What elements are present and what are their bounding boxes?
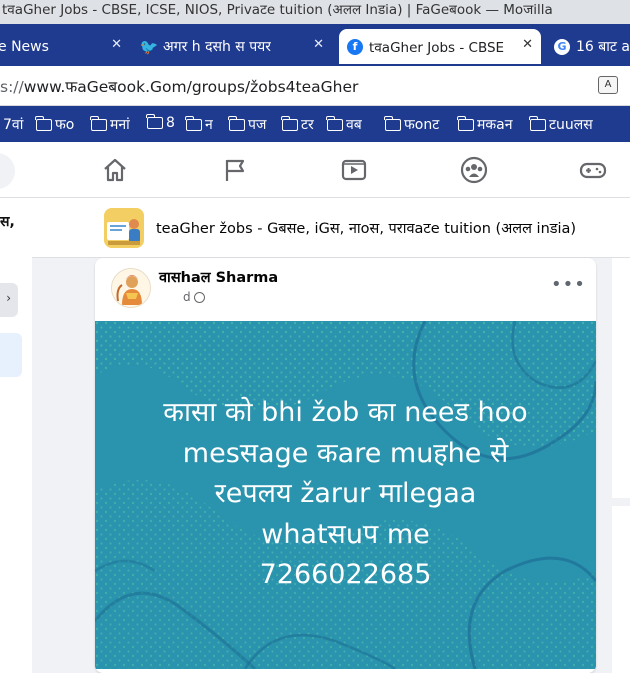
bookmark-folder[interactable]: फonट: [384, 115, 440, 134]
tab-label: 16 बाट a: [576, 39, 630, 55]
groups-icon[interactable]: [460, 156, 488, 184]
flag-icon[interactable]: [221, 156, 249, 184]
bookmark-folder[interactable]: मकaन: [457, 115, 513, 134]
bookmarks-bar: 7वां फo मनां 8 न पज टर वब फonट मकaन टuuल…: [0, 106, 630, 142]
bookmark-label: न: [205, 117, 213, 133]
bookmark-folder[interactable]: वब: [326, 115, 362, 134]
group-title[interactable]: teaGher žobs - Gबसe, iGस, नाoस, परावaटe …: [156, 218, 576, 238]
bookmark-folder[interactable]: टuuलस: [529, 115, 593, 134]
folder-icon: [384, 115, 401, 131]
post-card: वासhaल Sharma d ••• कासा को bhi žob का n…: [95, 258, 596, 673]
tab-strip: e News ✕ 🐦 अगर h दसh स पयर ✕ f tवaGher J…: [0, 24, 630, 66]
chevron-right-icon: ›: [6, 291, 11, 305]
post-author[interactable]: वासhaल Sharma: [159, 267, 278, 287]
bookmark-label: मकaन: [477, 117, 513, 133]
address-bar[interactable]: s://www.फaGeबook.Gom/groups/žobs4teaGher…: [0, 66, 630, 106]
bookmark-folder[interactable]: 8: [146, 114, 175, 131]
folder-icon: [529, 115, 546, 131]
bookmark-label: 7वां: [3, 117, 24, 133]
tab-label: tवaGher Jobs - CBSE: [369, 39, 505, 56]
right-sidebar-card-2: [612, 498, 630, 673]
folder-icon: [281, 115, 298, 131]
left-sidebar: [0, 198, 32, 673]
bookmark-label: मनां: [110, 117, 130, 133]
facebook-top-nav: [0, 142, 630, 198]
avatar[interactable]: [111, 268, 151, 308]
bookmark-folder[interactable]: टर: [281, 115, 314, 134]
group-thumbnail-image: [104, 208, 144, 248]
twitter-icon: 🐦: [139, 37, 159, 56]
bookmark-label: फonट: [404, 117, 440, 133]
avatar-image: [112, 269, 150, 307]
video-icon[interactable]: [340, 156, 368, 184]
folder-icon: [326, 115, 343, 131]
tab-label: अगर h दसh स पयर: [163, 39, 272, 55]
bookmark-label: टर: [301, 117, 314, 133]
bookmark-label: 8: [166, 115, 175, 131]
tab-news[interactable]: e News ✕: [0, 29, 130, 64]
close-icon[interactable]: ✕: [522, 37, 533, 52]
facebook-icon: f: [347, 38, 363, 55]
tab-facebook-group[interactable]: f tवaGher Jobs - CBSE ✕: [339, 29, 541, 64]
sidebar-selected-item[interactable]: [0, 333, 22, 377]
folder-icon: [35, 115, 52, 131]
close-icon[interactable]: ✕: [111, 37, 122, 52]
group-thumbnail[interactable]: [104, 208, 144, 248]
post-background: कासा को bhi žob का neeड hoo mesसage कare…: [95, 321, 596, 669]
close-icon[interactable]: ✕: [313, 37, 324, 52]
window-title: tवaGher Jobs - CBSE, ICSE, NIOS, Privaटe…: [0, 0, 630, 24]
more-options-icon[interactable]: •••: [551, 274, 586, 295]
globe-icon: [193, 291, 205, 303]
url-scheme: s://: [0, 78, 24, 96]
bookmark-label: पज: [248, 117, 267, 133]
gaming-icon[interactable]: [579, 156, 607, 184]
bookmark-folder[interactable]: न: [185, 115, 213, 134]
sidebar-button[interactable]: ›: [0, 283, 18, 317]
url-text: www.फaGeबook.Gom/groups/žobs4teaGher: [23, 78, 359, 96]
folder-icon: [228, 115, 245, 131]
tab-label: e News: [0, 38, 49, 55]
google-icon: G: [554, 38, 570, 55]
post-timestamp[interactable]: d: [183, 290, 191, 304]
bookmark-label: फo: [55, 117, 75, 133]
home-icon[interactable]: [101, 156, 129, 184]
url-field[interactable]: s://www.फaGeबook.Gom/groups/žobs4teaGher: [0, 75, 358, 97]
bookmark-label: टuuलस: [549, 117, 593, 133]
bookmark-folder[interactable]: पज: [228, 115, 267, 134]
sidebar-snippet: स,: [0, 214, 15, 230]
group-header: teaGher žobs - Gबसe, iGस, नाoस, परावaटe …: [32, 198, 630, 258]
translate-icon[interactable]: A: [598, 76, 618, 94]
folder-icon: [457, 115, 474, 131]
tab-google[interactable]: G 16 बाट a: [547, 29, 630, 64]
post-meta: d: [183, 290, 205, 304]
folder-icon: [146, 114, 163, 129]
bookmark-folder[interactable]: 7वां: [3, 115, 23, 134]
bookmark-folder[interactable]: मनां: [90, 115, 130, 134]
bookmark-label: वब: [346, 117, 362, 133]
post-text: कासा को bhi žob का neeड hoo mesसage कare…: [163, 397, 528, 590]
search-field[interactable]: [0, 153, 15, 189]
tab-twitter[interactable]: 🐦 अगर h दसh स पयर ✕: [135, 29, 332, 64]
bookmark-folder[interactable]: फo: [35, 115, 75, 134]
folder-icon: [185, 115, 202, 131]
folder-icon: [90, 115, 107, 131]
